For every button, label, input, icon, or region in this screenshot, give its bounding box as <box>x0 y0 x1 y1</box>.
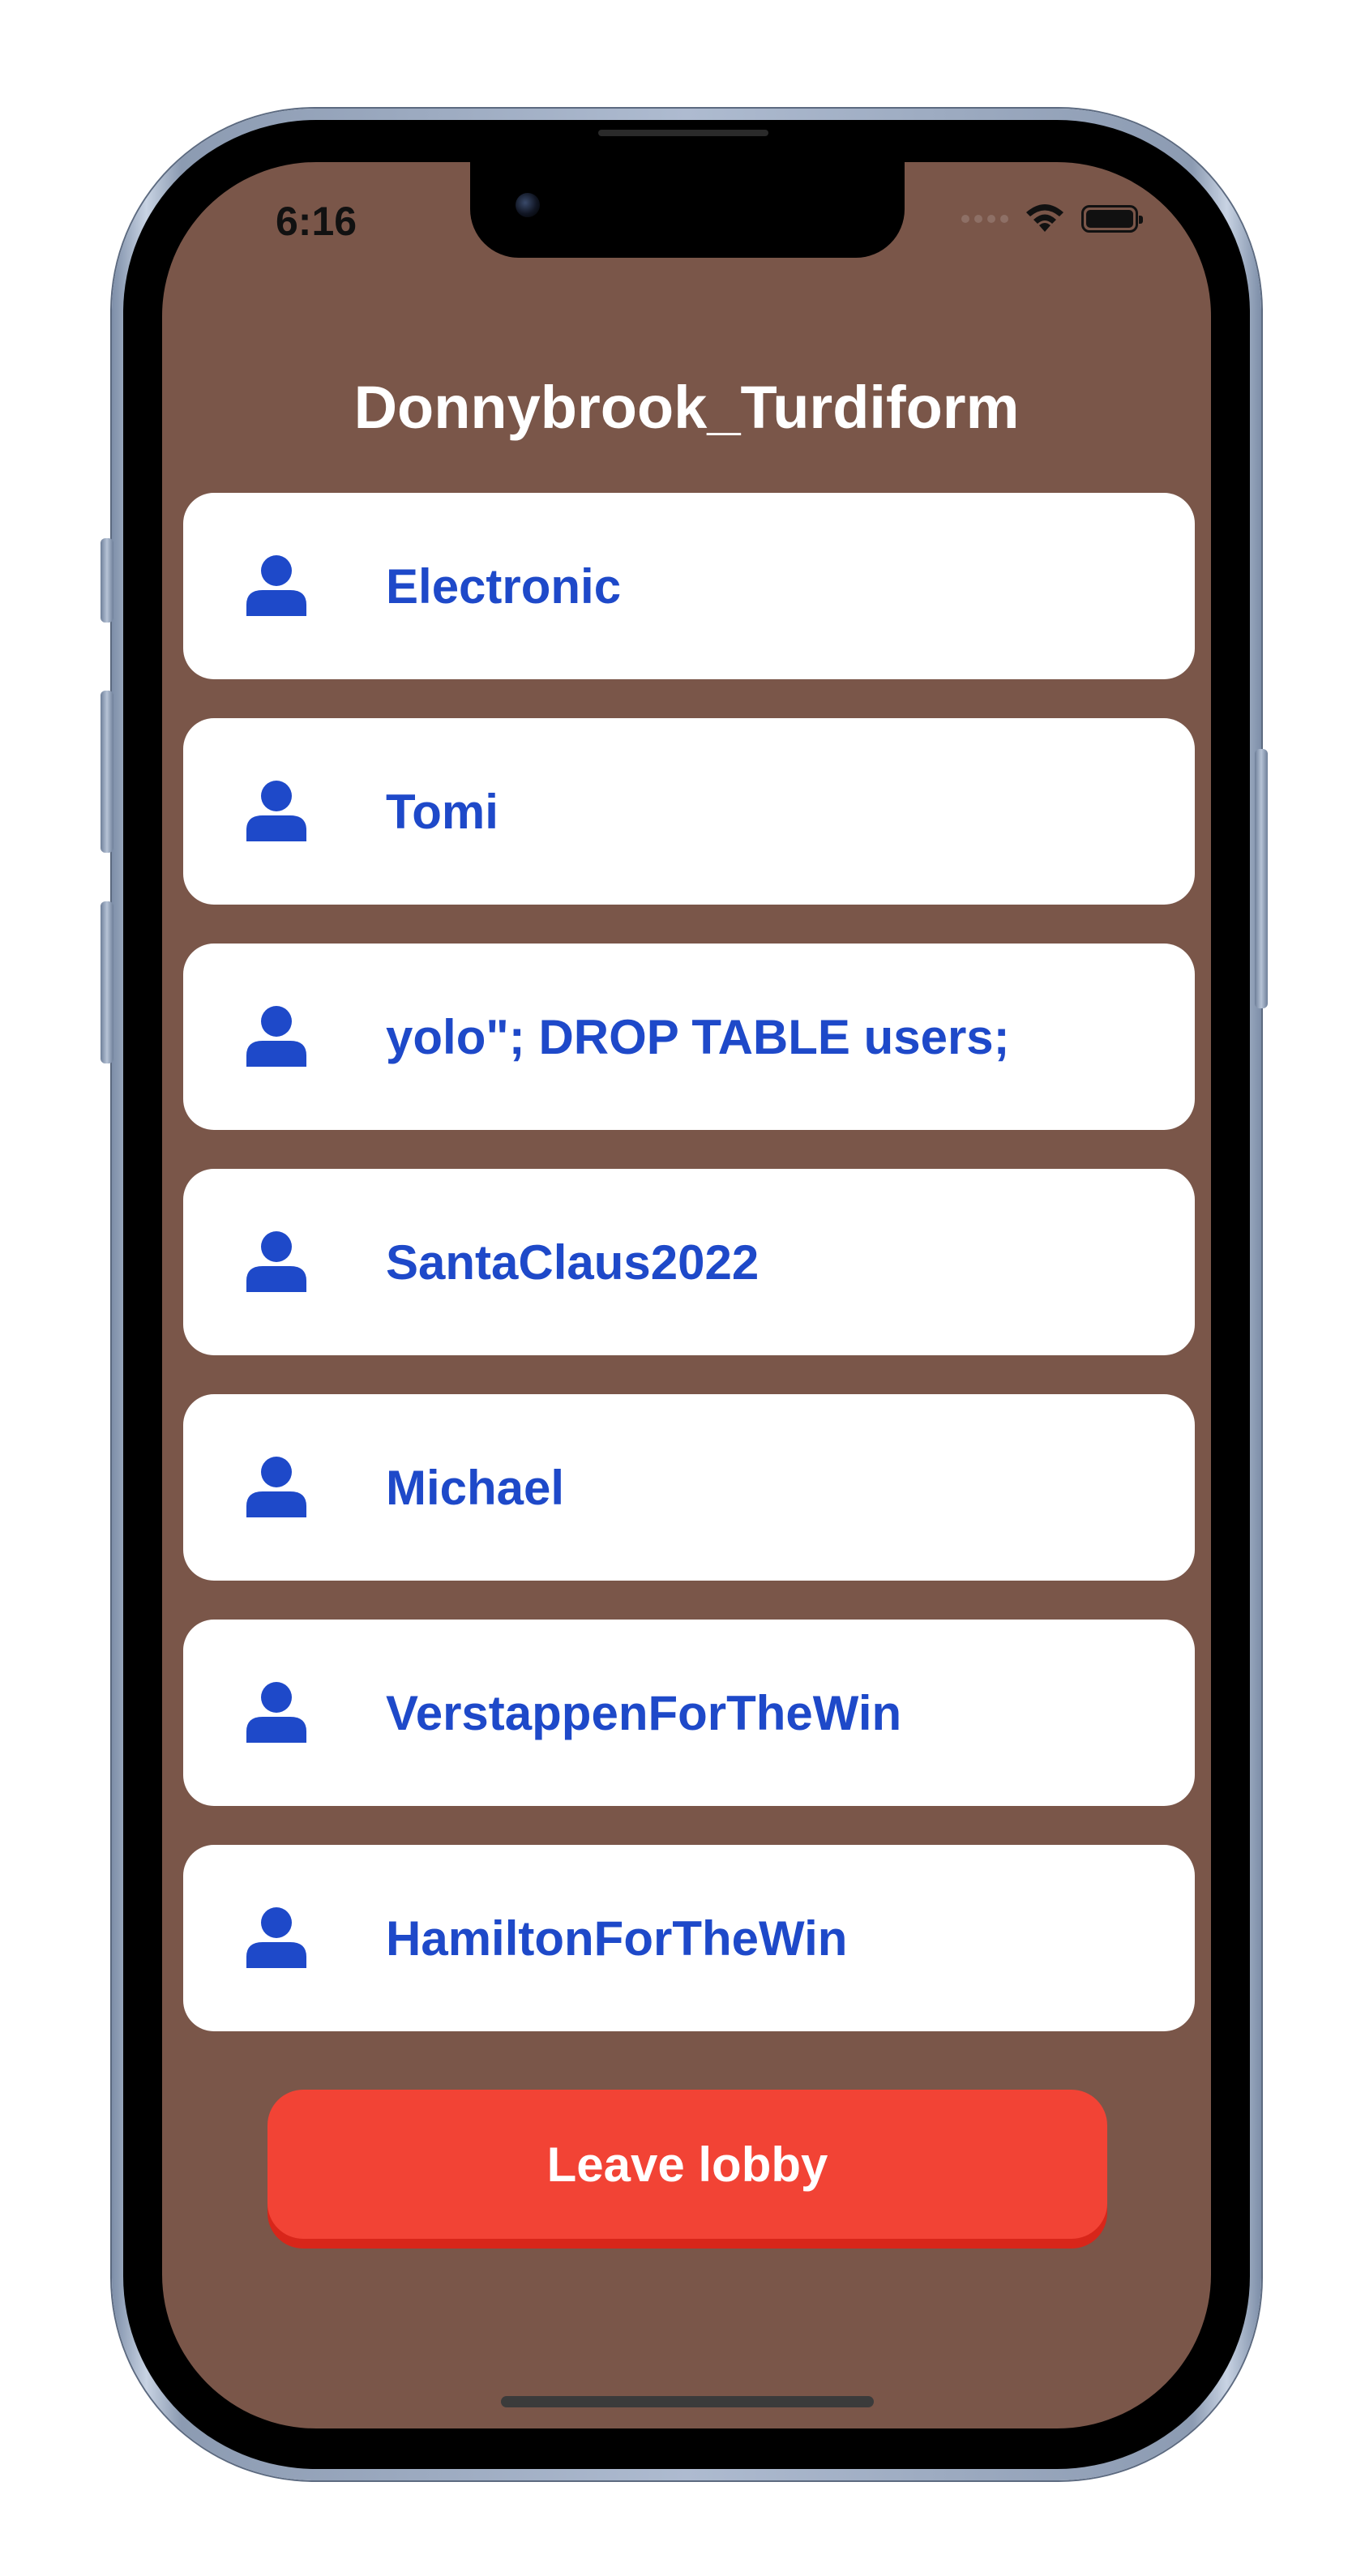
player-card: SantaClaus2022 <box>183 1169 1195 1355</box>
player-name: SantaClaus2022 <box>386 1235 760 1290</box>
user-icon <box>246 1907 306 1968</box>
player-card: Tomi <box>183 718 1195 905</box>
player-card: HamiltonForTheWin <box>183 1845 1195 2031</box>
status-icons <box>961 203 1143 235</box>
volume-up-button <box>101 691 113 853</box>
screen: 6:16 Donnybrook_Turdiform Electronic Tom… <box>162 162 1211 2428</box>
user-icon <box>246 1682 306 1743</box>
battery-icon <box>1081 205 1143 233</box>
notch <box>470 162 905 258</box>
status-time: 6:16 <box>276 199 357 244</box>
cellular-signal-icon <box>961 215 1008 223</box>
wifi-icon <box>1026 204 1063 232</box>
lobby-title: Donnybrook_Turdiform <box>353 374 1020 441</box>
volume-down-button <box>101 901 113 1063</box>
leave-lobby-button[interactable]: Leave lobby <box>267 2090 1107 2239</box>
earpiece-speaker <box>598 130 768 136</box>
front-camera-icon <box>516 193 540 217</box>
player-name: VerstappenForTheWin <box>386 1685 902 1740</box>
player-card: VerstappenForTheWin <box>183 1620 1195 1806</box>
player-name: Tomi <box>386 784 499 839</box>
home-indicator[interactable] <box>501 2396 874 2407</box>
player-name: Michael <box>386 1460 565 1515</box>
user-icon <box>246 1006 306 1067</box>
player-card: Electronic <box>183 493 1195 679</box>
silent-switch <box>101 538 113 623</box>
user-icon <box>246 781 306 841</box>
user-icon <box>246 555 306 616</box>
power-button <box>1255 749 1268 1008</box>
player-card: yolo"; DROP TABLE users; <box>183 944 1195 1130</box>
user-icon <box>246 1231 306 1292</box>
player-list: Electronic Tomi yolo"; DROP TABLE users;… <box>183 493 1195 2070</box>
player-name: Electronic <box>386 558 622 614</box>
user-icon <box>246 1457 306 1517</box>
player-name: HamiltonForTheWin <box>386 1911 848 1966</box>
player-name: yolo"; DROP TABLE users; <box>386 1009 1010 1064</box>
player-card: Michael <box>183 1394 1195 1581</box>
